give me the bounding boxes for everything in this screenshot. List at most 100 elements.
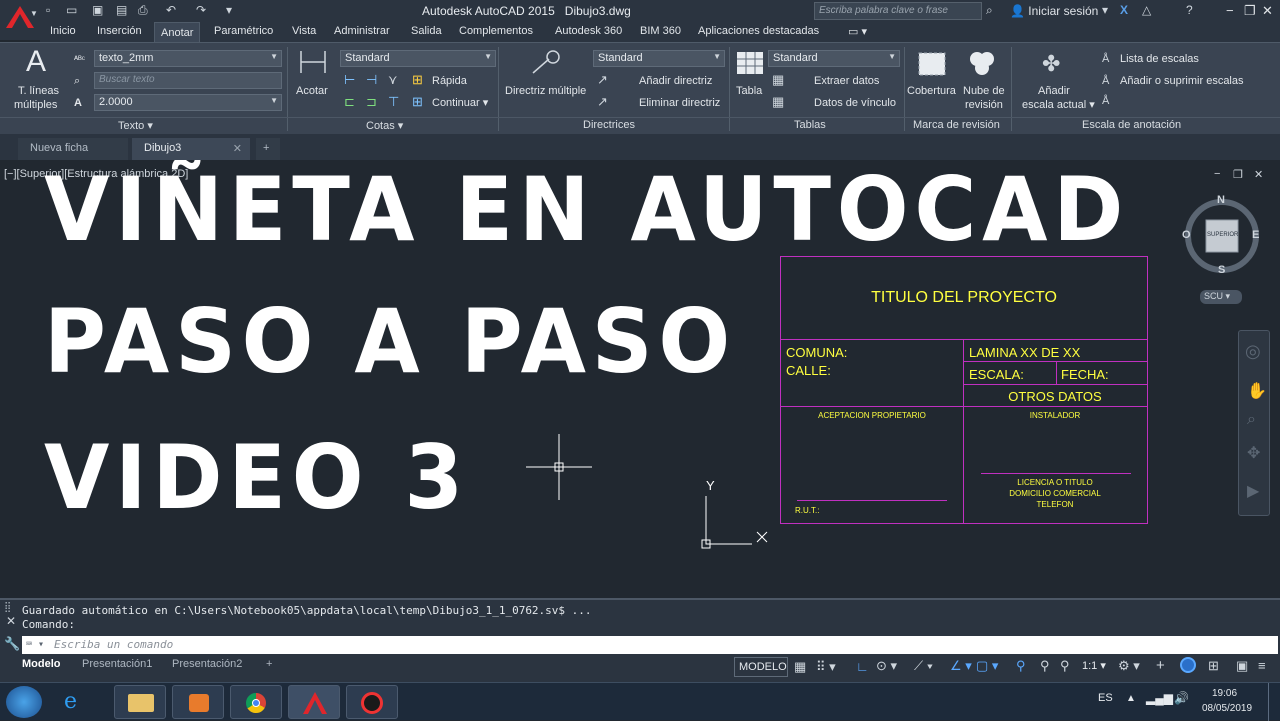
add-scale-label-1[interactable]: Añadir — [1038, 85, 1070, 97]
text-style-select[interactable]: texto_2mm ▼ — [94, 50, 282, 67]
save-icon[interactable]: ▣ — [92, 3, 103, 17]
pan-icon[interactable]: ✋ — [1247, 381, 1267, 401]
binoculars-icon[interactable]: ⌕ — [986, 3, 993, 18]
new-file-icon[interactable]: ▫ — [46, 3, 50, 17]
panel-label-tablas[interactable]: Tablas — [794, 119, 826, 131]
auto-scale-icon[interactable]: ⚲ — [1040, 658, 1050, 674]
start-button[interactable] — [6, 686, 42, 718]
search-input[interactable]: Escriba palabra clave o frase — [814, 2, 982, 20]
panel-label-texto[interactable]: Texto ▾ — [118, 119, 153, 132]
dim-tool-icon[interactable]: ⊏ — [344, 94, 355, 110]
save-as-icon[interactable]: ▤ — [116, 3, 127, 17]
customize-qat-icon[interactable]: ▾ — [226, 3, 232, 17]
steering-wheel-icon[interactable]: ◎ — [1245, 341, 1261, 362]
leader-style-select[interactable]: Standard ▼ — [593, 50, 725, 67]
tab-vista[interactable]: Vista — [292, 25, 316, 37]
wipeout-icon[interactable] — [917, 51, 947, 77]
tab-modelo[interactable]: Modelo — [12, 656, 71, 674]
add-remove-scale-label[interactable]: Añadir o suprimir escalas — [1120, 75, 1244, 87]
close-icon[interactable]: ✕ — [1262, 3, 1273, 19]
nube-label-2[interactable]: revisión — [965, 99, 1003, 111]
tab-anotar[interactable]: Anotar — [154, 22, 201, 42]
table-icon[interactable] — [736, 51, 764, 75]
language-indicator[interactable]: ES — [1098, 692, 1113, 704]
tab-presentacion2[interactable]: Presentación2 — [162, 656, 252, 674]
tab-insercion[interactable]: Inserción — [97, 25, 142, 37]
close-command-icon[interactable]: ✕ — [6, 614, 16, 628]
dim-style-select[interactable]: Standard ▼ — [340, 50, 496, 67]
acotar-label[interactable]: Acotar — [296, 85, 328, 97]
dropdown-icon[interactable]: ▾ — [1102, 3, 1108, 17]
ribbon-toggle-icon[interactable]: ▭ ▾ — [848, 25, 867, 38]
revision-cloud-icon[interactable] — [967, 49, 997, 77]
add-leader-icon[interactable]: ↗ — [597, 72, 608, 88]
tab-aplicaciones[interactable]: Aplicaciones destacadas — [698, 25, 819, 37]
zoom-icon[interactable]: ⌕ — [1247, 411, 1256, 429]
scale-list-icon[interactable]: Å — [1102, 53, 1109, 65]
a360-icon[interactable]: △ — [1142, 3, 1151, 17]
exchange-icon[interactable]: X — [1120, 3, 1128, 17]
viewcube-face[interactable]: SUPERIOR — [1207, 232, 1238, 238]
tab-nueva-ficha[interactable]: Nueva ficha — [18, 138, 128, 160]
tab-complementos[interactable]: Complementos — [459, 25, 533, 37]
sync-scale-icon[interactable]: Å — [1102, 95, 1109, 107]
remove-leader-label[interactable]: Eliminar directriz — [639, 97, 720, 109]
scale-list-label[interactable]: Lista de escalas — [1120, 53, 1199, 65]
chrome-icon[interactable] — [230, 685, 282, 719]
tab-salida[interactable]: Salida — [411, 25, 442, 37]
viewport-minimize-icon[interactable]: − — [1214, 168, 1220, 180]
polar-icon[interactable]: ⊙ ▾ — [876, 658, 897, 674]
help-icon[interactable]: ? — [1186, 3, 1193, 17]
add-remove-scale-icon[interactable]: Å — [1102, 75, 1109, 87]
clean-screen-icon[interactable]: ▣ — [1236, 658, 1248, 674]
snap-icon[interactable]: ⠿ ▾ — [816, 659, 836, 675]
tray-expand-icon[interactable]: ▲ — [1126, 693, 1136, 704]
viewport-close-icon[interactable]: ✕ — [1254, 168, 1263, 181]
annotation-scale-icon[interactable]: ⚲ — [1060, 658, 1070, 674]
drawing-area[interactable]: [−][Superior][Estructura alámbrica 2D] −… — [0, 160, 1280, 598]
tab-presentacion1[interactable]: Presentación1 — [72, 656, 162, 674]
file-explorer-icon[interactable] — [114, 685, 166, 719]
status-menu-icon[interactable]: ≡ — [1258, 658, 1266, 673]
dim-tool-icon[interactable]: ⋎ — [388, 72, 398, 88]
object-snap-icon[interactable]: ▢ ▾ — [976, 658, 998, 674]
add-leader-label[interactable]: Añadir directriz — [639, 75, 712, 87]
command-prompt-icon[interactable]: ⌨ ▾ — [26, 639, 44, 650]
dim-tool-icon[interactable]: ⊐ — [366, 94, 377, 110]
close-tab-icon[interactable]: ✕ — [233, 142, 242, 155]
hardware-accel-icon[interactable]: ⊞ — [1208, 658, 1219, 674]
media-player-icon[interactable] — [172, 685, 224, 719]
network-icon[interactable]: ▂▄▆ — [1146, 691, 1173, 705]
continue-dim-icon[interactable]: ⊞ — [412, 94, 423, 110]
orbit-icon[interactable]: ✥ — [1247, 443, 1260, 463]
quick-dim-icon[interactable]: ⊞ — [412, 72, 423, 88]
ortho-icon[interactable]: ∟ — [856, 659, 869, 674]
tabla-label[interactable]: Tabla — [736, 85, 762, 97]
compass-n[interactable]: N — [1217, 194, 1225, 206]
internet-explorer-icon[interactable]: e — [64, 689, 77, 714]
tab-bim-360[interactable]: BIM 360 — [640, 25, 681, 37]
viewcube[interactable]: N S E O SUPERIOR — [1180, 194, 1264, 278]
add-scale-icon[interactable]: ✤ — [1042, 51, 1060, 77]
rapida-label[interactable]: Rápida — [432, 75, 467, 87]
continuar-label[interactable]: Continuar ▾ — [432, 97, 488, 109]
model-space-button[interactable]: MODELO — [734, 657, 788, 677]
panel-label-escala[interactable]: Escala de anotación — [1082, 119, 1181, 131]
dim-tool-icon[interactable]: ⊢ — [344, 72, 355, 88]
panel-label-directrices[interactable]: Directrices — [583, 119, 635, 131]
dim-tool-icon[interactable]: ⊤ — [388, 94, 399, 110]
grid-icon[interactable]: ▦ — [794, 659, 806, 675]
tab-autodesk-360[interactable]: Autodesk 360 — [555, 25, 622, 37]
dimension-icon[interactable] — [298, 49, 328, 75]
scale-select[interactable]: 1:1 ▾ — [1082, 659, 1106, 672]
nube-label-1[interactable]: Nube de — [963, 85, 1005, 97]
restore-icon[interactable]: ❐ — [1244, 3, 1256, 19]
command-input[interactable]: ⌨ ▾ Escriba un comando — [22, 636, 1278, 655]
print-icon[interactable]: ⎙ — [138, 3, 148, 18]
show-desktop-button[interactable] — [1268, 683, 1280, 721]
directriz-multiple-label[interactable]: Directriz múltiple — [505, 85, 586, 97]
multileader-icon[interactable] — [529, 49, 563, 77]
showmotion-icon[interactable]: ▶ — [1247, 481, 1259, 501]
find-text-input[interactable]: Buscar texto — [94, 72, 282, 89]
data-link-label[interactable]: Datos de vínculo — [814, 97, 896, 109]
